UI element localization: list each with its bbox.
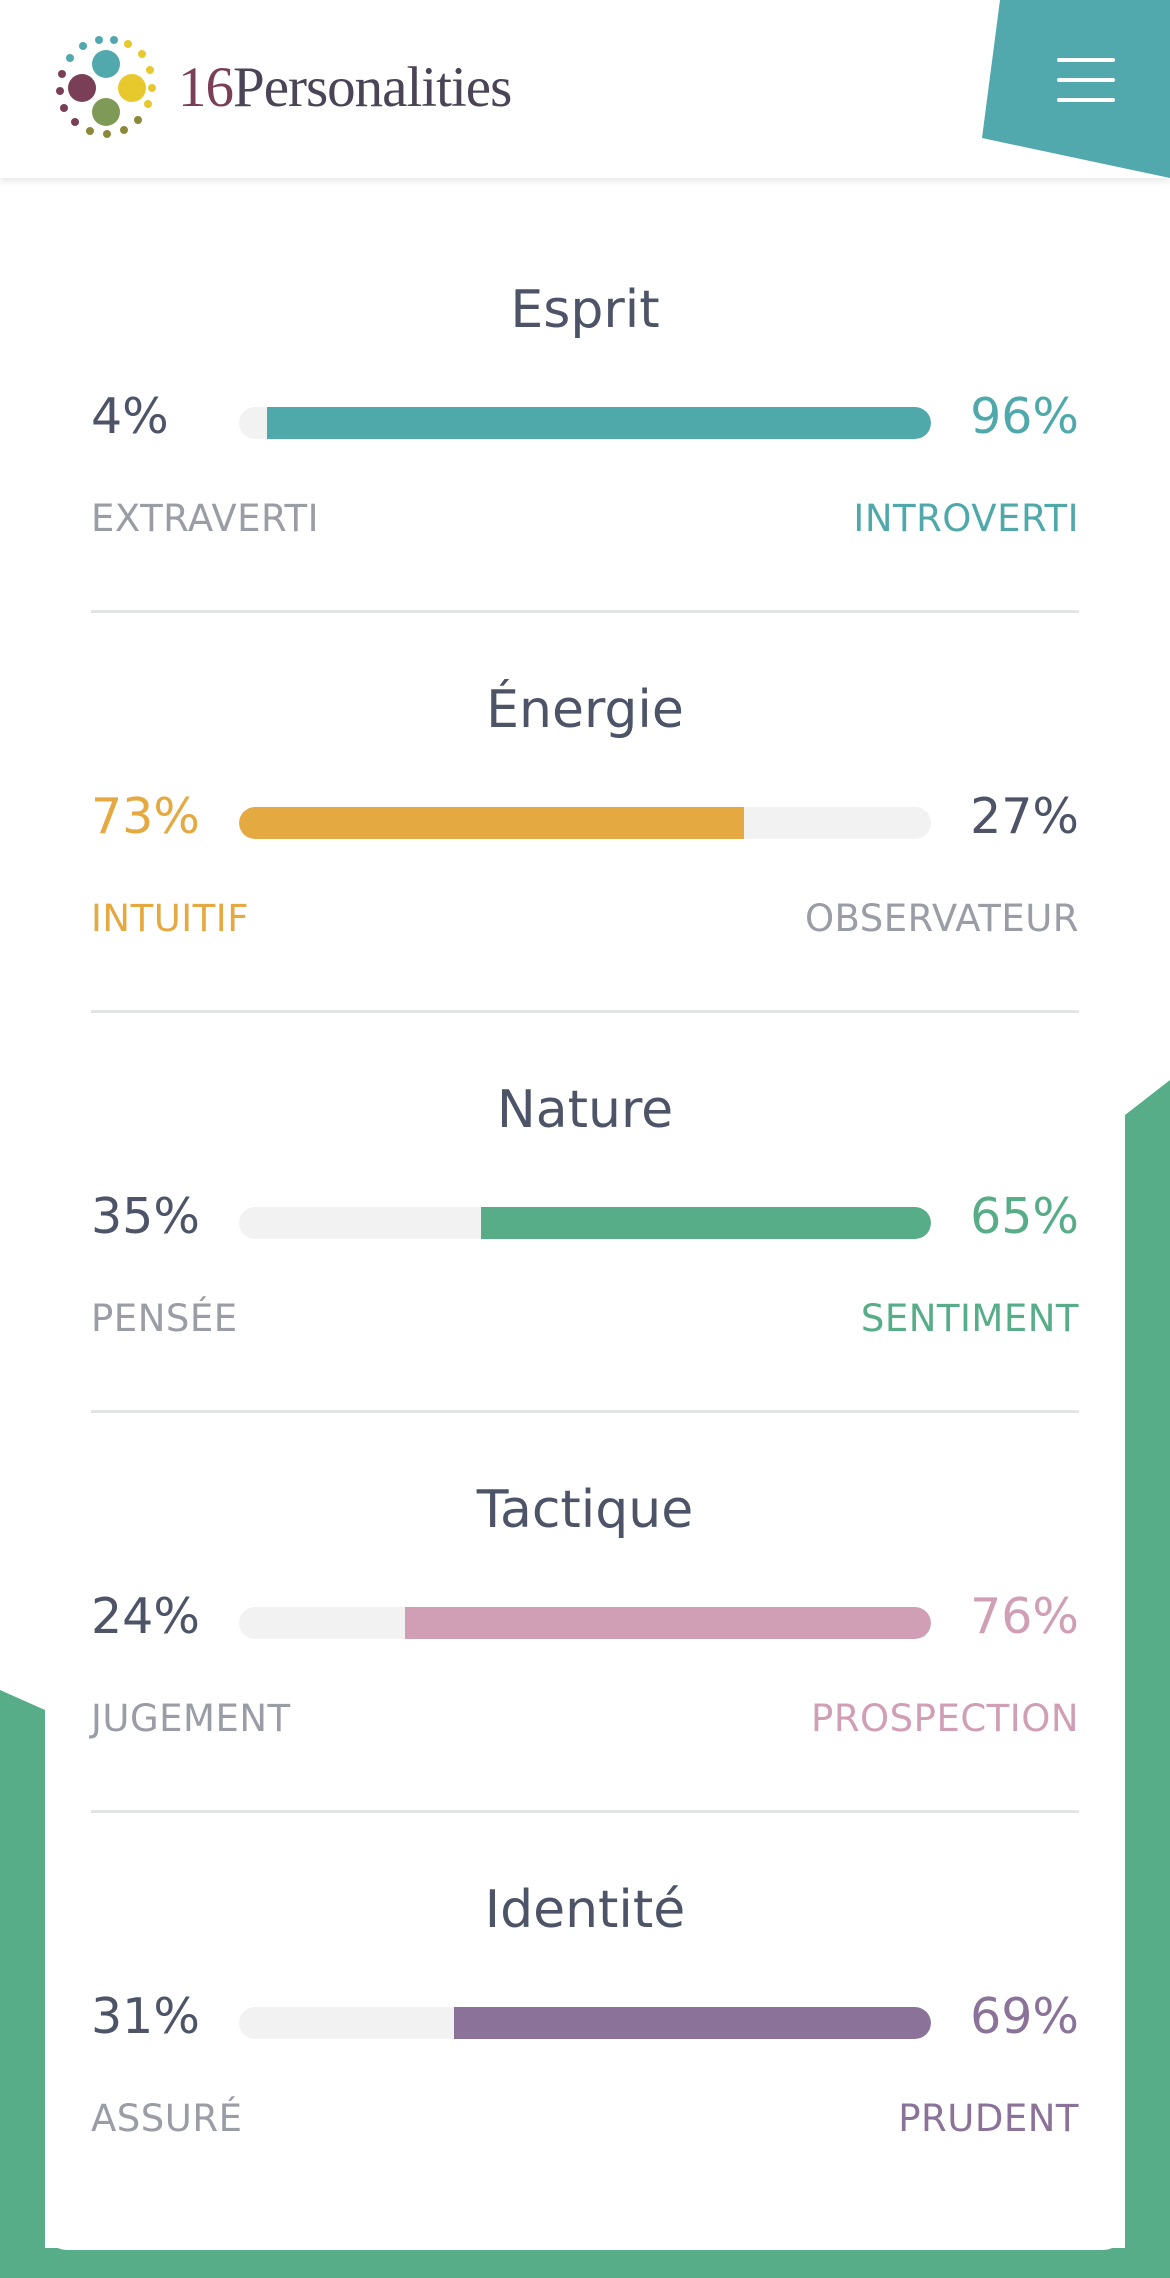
- right-trait-label: PROSPECTION: [811, 1697, 1079, 1740]
- left-percentage: 73%: [91, 788, 200, 845]
- left-percentage: 24%: [91, 1588, 200, 1645]
- logo-number: 16: [178, 56, 234, 119]
- left-trait-label: PENSÉE: [91, 1297, 238, 1340]
- left-trait-label: ASSURÉ: [91, 2097, 243, 2140]
- trait-section: Nature 35% 65% PENSÉE SENTIMENT: [91, 978, 1079, 1413]
- trait-title: Nature: [496, 1080, 674, 1140]
- right-trait-label: OBSERVATEUR: [804, 897, 1079, 940]
- hamburger-menu-icon[interactable]: [1057, 58, 1115, 106]
- right-percentage: 65%: [970, 1188, 1079, 1245]
- trait-section: Esprit 4% 96% EXTRAVERTI INTROVERTI: [91, 178, 1079, 613]
- trait-bar-fill: [239, 807, 745, 839]
- left-trait-label: EXTRAVERTI: [91, 497, 320, 540]
- trait-title: Identité: [484, 1880, 686, 1940]
- right-percentage: 76%: [970, 1588, 1079, 1645]
- trait-bar-fill: [266, 407, 931, 439]
- trait-title: Esprit: [510, 280, 660, 340]
- right-trait-label: SENTIMENT: [860, 1297, 1079, 1340]
- right-percentage: 69%: [970, 1988, 1079, 2045]
- trait-section: Tactique 24% 76% JUGEMENT PROSPECTION: [91, 1378, 1079, 1813]
- logo-word: Personalities: [233, 56, 512, 119]
- logo-mark-icon: [56, 35, 156, 138]
- left-trait-label: JUGEMENT: [91, 1697, 291, 1740]
- right-trait-label: INTROVERTI: [853, 497, 1079, 540]
- trait-bar-track: [239, 1207, 931, 1239]
- trait-bar-fill: [453, 2007, 931, 2039]
- logo-wordmark: 16Personalities: [178, 55, 512, 120]
- left-percentage: 31%: [91, 1988, 200, 2045]
- menu-line: [1057, 78, 1115, 82]
- trait-section: Énergie 73% 27% INTUITIF OBSERVATEUR: [91, 578, 1079, 1013]
- trait-bar-fill: [481, 1207, 931, 1239]
- trait-section: Identité 31% 69% ASSURÉ PRUDENT: [91, 1778, 1079, 2178]
- right-percentage: 96%: [970, 388, 1079, 445]
- trait-bar-track: [239, 407, 931, 439]
- trait-bar-track: [239, 807, 931, 839]
- menu-line: [1057, 58, 1115, 62]
- left-percentage: 35%: [91, 1188, 200, 1245]
- left-percentage: 4%: [91, 388, 169, 445]
- logo[interactable]: 16Personalities: [50, 30, 512, 145]
- trait-title: Tactique: [476, 1480, 694, 1540]
- menu-line: [1057, 98, 1115, 102]
- trait-bar-track: [239, 1607, 931, 1639]
- right-trait-label: PRUDENT: [898, 2097, 1079, 2140]
- trait-title: Énergie: [486, 680, 684, 740]
- trait-bar-track: [239, 2007, 931, 2039]
- trait-bar-fill: [405, 1607, 931, 1639]
- traits-card: Esprit 4% 96% EXTRAVERTI INTROVERTI Énergie 73…: [45, 178, 1125, 2250]
- right-percentage: 27%: [970, 788, 1079, 845]
- left-trait-label: INTUITIF: [91, 897, 249, 940]
